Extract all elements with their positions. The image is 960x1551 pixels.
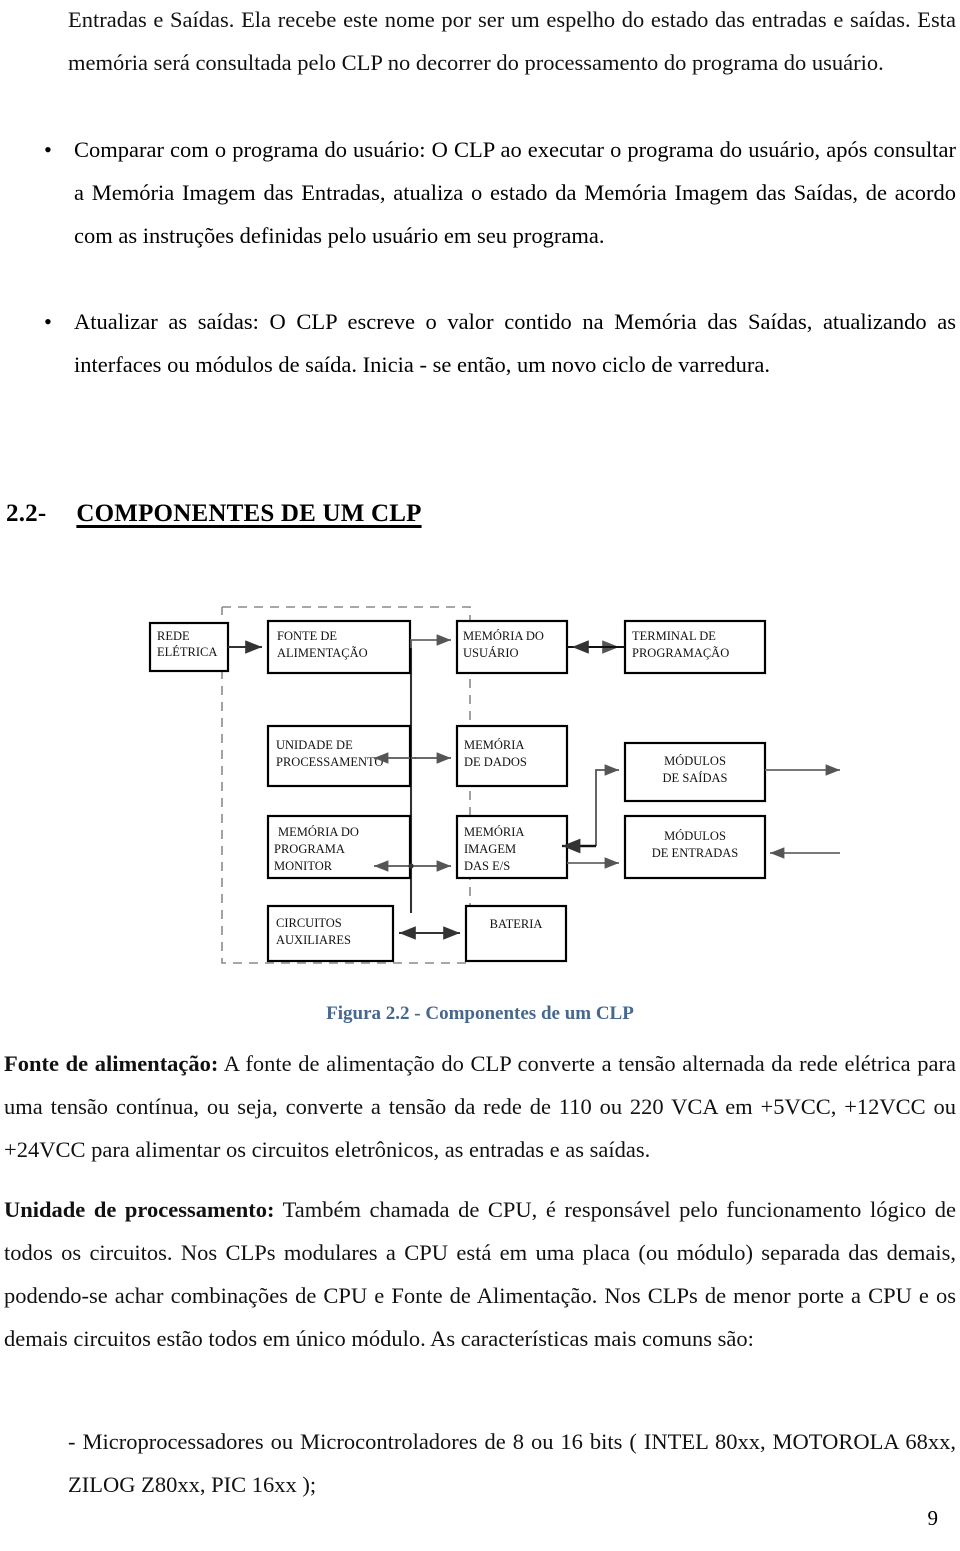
box-terminal-programacao-line-1: PROGRAMAÇÃO [632,646,729,660]
box-bateria-line-0: BATERIA [490,917,543,931]
box-modulos-saidas-line-0: MÓDULOS [664,754,726,768]
box-memoria-programa-monitor-line-0: MEMÓRIA DO [278,825,359,839]
box-circuitos-auxiliares-line-1: AUXILIARES [276,933,351,947]
box-modulos-entradas-line-0: MÓDULOS [664,829,726,843]
figure-components-of-a-plc: REDE ELÉTRICA FONTE DE ALIMENTAÇÃO MEMÓR… [0,588,960,1028]
bullet-text-comparar: Comparar com o programa do usuário: O CL… [74,128,956,257]
box-circuitos-auxiliares-line-0: CIRCUITOS [276,916,342,930]
box-rede-eletrica-line-0: REDE [157,629,190,643]
box-memoria-dados-line-1: DE DADOS [464,755,527,769]
box-unidade-processamento-line-0: UNIDADE DE [276,738,353,752]
bullet-item-atualizar: • Atualizar as saídas: O CLP escreve o v… [38,300,956,386]
box-memoria-programa-monitor-line-2: MONITOR [274,859,333,873]
list-item-microprocessadores: - Microprocessadores ou Microcontrolador… [68,1420,956,1506]
intro-paragraph: Entradas e Saídas. Ela recebe este nome … [68,0,956,84]
paragraph-unidade-de-processamento: Unidade de processamento: Também chamada… [4,1188,956,1360]
box-fonte-alimentacao-line-0: FONTE DE [277,629,337,643]
section-title: COMPONENTES DE UM CLP [76,500,422,527]
bullet-marker-icon-2: • [44,309,52,334]
bullet-item-comparar: • Comparar com o programa do usuário: O … [38,128,956,257]
bullet-lead-atualizar: Atualizar as saídas: [74,309,259,334]
box-memoria-usuario-line-0: MEMÓRIA DO [463,629,544,643]
section-heading: 2.2- COMPONENTES DE UM CLP [6,500,422,528]
box-rede-eletrica-line-1: ELÉTRICA [157,645,217,659]
plc-block-diagram: REDE ELÉTRICA FONTE DE ALIMENTAÇÃO MEMÓR… [148,606,840,964]
paragraph-lead-unidade-de-processamento: Unidade de processamento: [4,1197,275,1222]
figure-caption: Figura 2.2 - Componentes de um CLP [326,1003,634,1024]
box-memoria-programa-monitor-line-1: PROGRAMA [274,842,345,856]
section-number: 2.2- [6,500,47,527]
intro-paragraph-text: Entradas e Saídas. Ela recebe este nome … [68,7,956,75]
box-unidade-processamento-line-1: PROCESSAMENTO [276,755,383,769]
box-memoria-imagem-es-line-0: MEMÓRIA [464,825,524,839]
paragraph-fonte-de-alimentacao: Fonte de alimentação: A fonte de aliment… [4,1042,956,1171]
box-bateria-rect [464,904,568,963]
box-modulos-entradas-line-1: DE ENTRADAS [652,846,739,860]
list-item-microprocessadores-text: - Microprocessadores ou Microcontrolador… [68,1429,956,1497]
box-modulos-saidas-line-1: DE SAÍDAS [663,771,728,785]
box-memoria-dados-line-0: MEMÓRIA [464,738,524,752]
paragraph-lead-fonte-de-alimentacao: Fonte de alimentação: [4,1051,219,1076]
box-memoria-imagem-es-line-2: DAS E/S [464,859,510,873]
bullet-text-atualizar: Atualizar as saídas: O CLP escreve o val… [74,300,956,386]
box-memoria-usuario-line-1: USUÁRIO [463,646,519,660]
connector-bus-to-circuitos-bateria [399,926,460,940]
box-memoria-imagem-es-line-1: IMAGEM [464,842,516,856]
connector-memoria-imagem-to-modulos-saidas [562,764,619,854]
document-page: Entradas e Saídas. Ela recebe este nome … [0,0,960,1551]
bullet-marker-icon: • [44,137,52,162]
box-terminal-programacao-line-0: TERMINAL DE [632,629,716,643]
bullet-lead-comparar: Comparar com o programa do usuário: [74,137,426,162]
box-fonte-alimentacao-line-1: ALIMENTAÇÃO [277,646,368,660]
page-number: 9 [927,1506,939,1530]
